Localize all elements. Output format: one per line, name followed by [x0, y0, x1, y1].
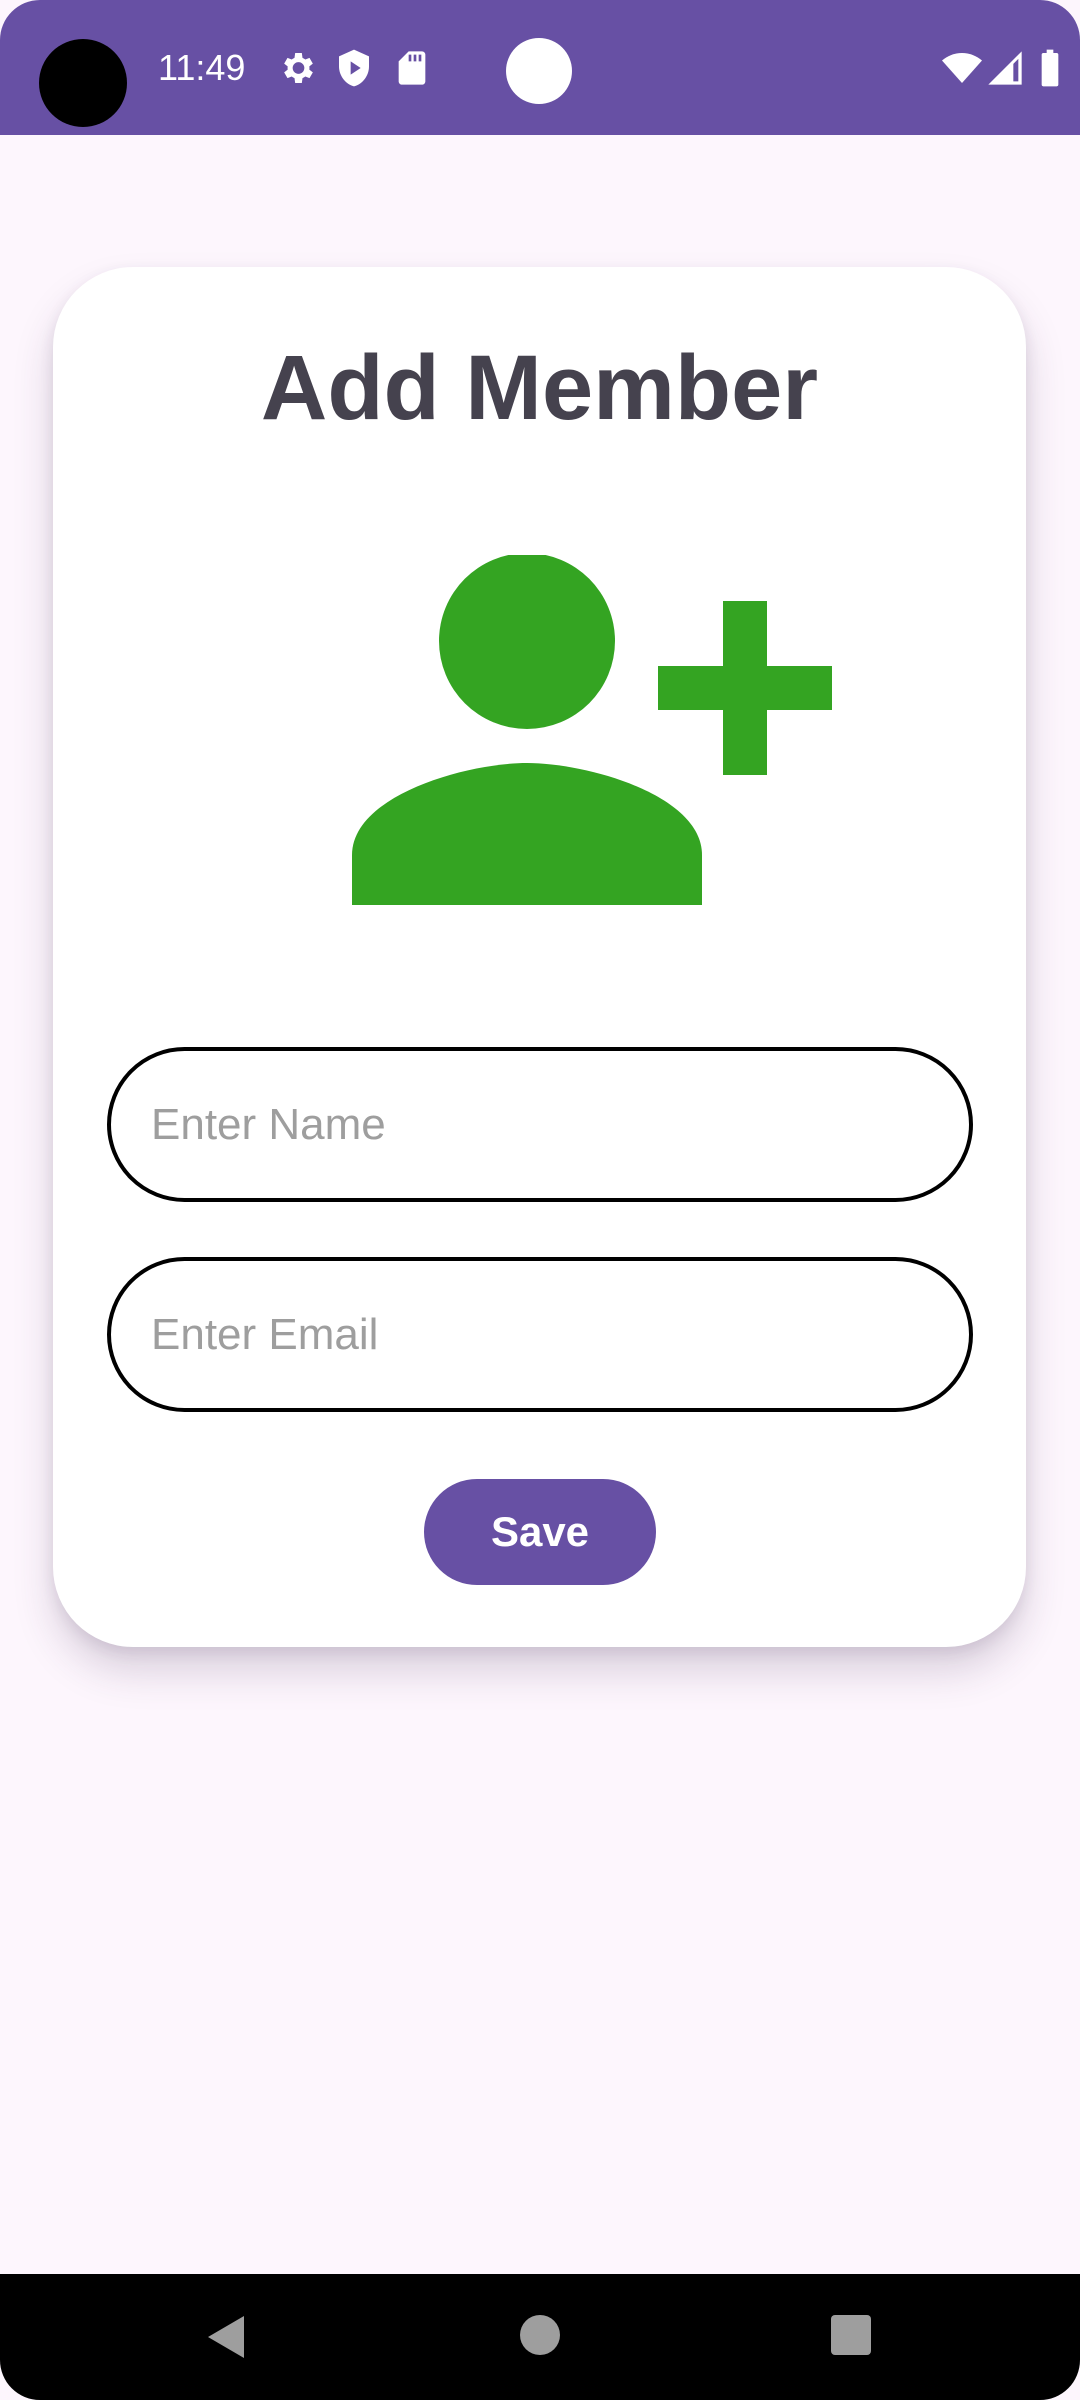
signal-icon: [988, 51, 1022, 85]
status-time: 11:49: [158, 47, 246, 88]
back-icon[interactable]: [204, 2314, 250, 2360]
wifi-icon: [942, 53, 982, 83]
email-input[interactable]: [107, 1257, 973, 1412]
settings-icon: [284, 53, 313, 83]
add-member-card: Add Member Save: [53, 267, 1026, 1647]
battery-icon: [1041, 49, 1059, 87]
status-indicator-dot: [506, 38, 572, 104]
add-member-screen: 11:49 Add Member Enter Name Enter Email …: [0, 0, 1080, 2400]
name-input[interactable]: [107, 1047, 973, 1202]
page-title: Add Member: [260, 337, 819, 439]
recents-icon[interactable]: [830, 2314, 872, 2356]
add-person-icon: [352, 555, 832, 905]
shield-play-icon: [339, 49, 369, 87]
save-button[interactable]: Save: [424, 1479, 656, 1585]
sd-card-icon: [398, 51, 426, 85]
camera-cutout: [39, 39, 127, 127]
status-bar: 11:49: [0, 0, 1080, 135]
home-icon[interactable]: [519, 2314, 561, 2356]
